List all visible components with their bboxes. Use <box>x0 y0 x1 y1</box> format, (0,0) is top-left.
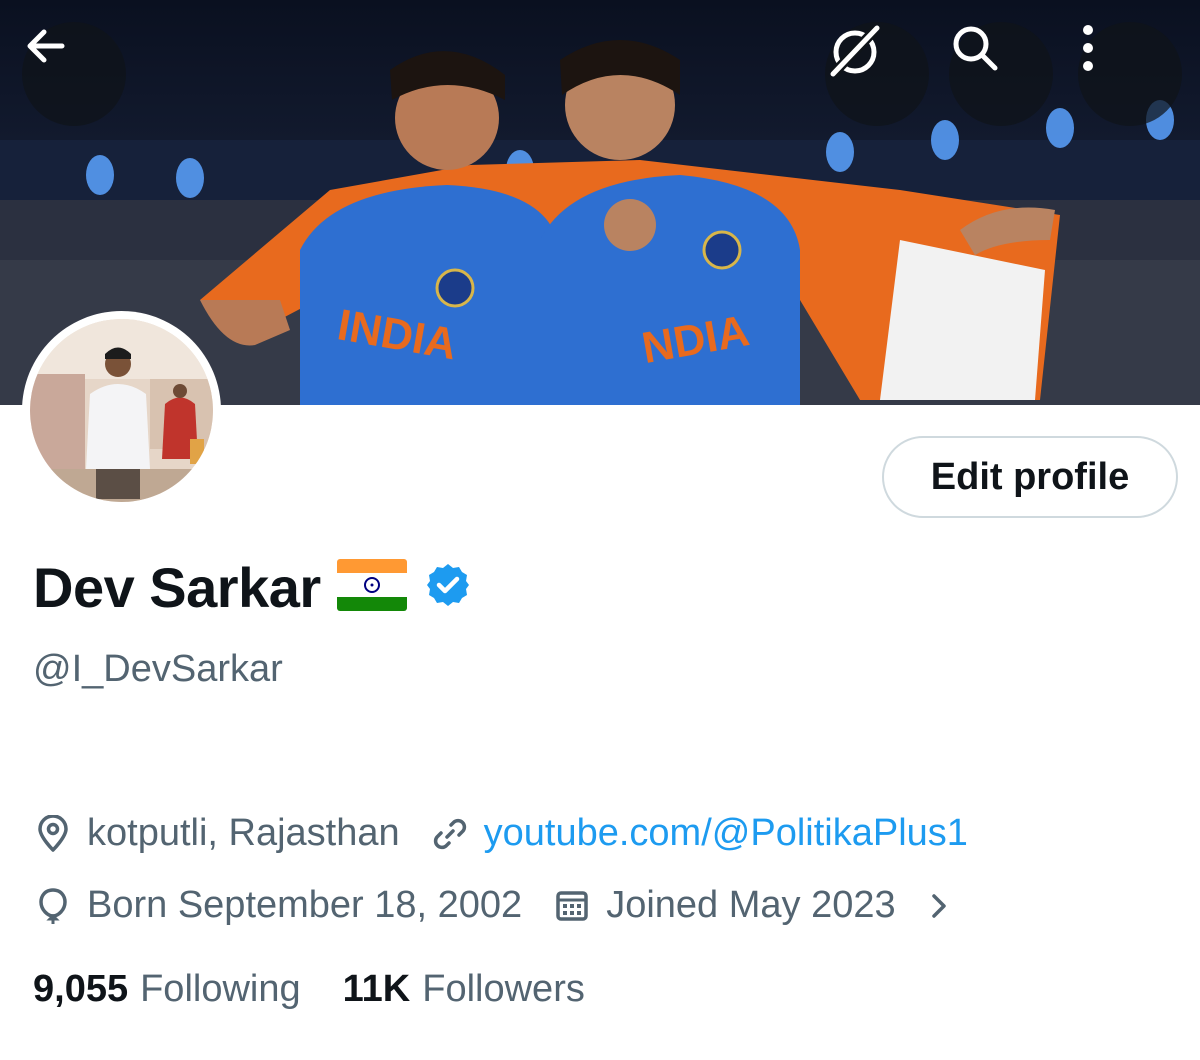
followers-count[interactable]: 11K <box>343 968 411 1011</box>
profile-avatar[interactable] <box>22 311 221 510</box>
joined-text[interactable]: Joined May 2023 <box>606 884 895 927</box>
following-stat[interactable]: 9,055 Following <box>33 968 301 1011</box>
location-text: kotputli, Rajasthan <box>87 812 400 854</box>
search-icon <box>953 26 998 71</box>
followers-label[interactable]: Followers <box>422 968 585 1011</box>
arrow-left-icon <box>27 29 65 63</box>
profile-meta-row-1: kotputli, Rajasthan youtube.com/@Politik… <box>33 812 968 855</box>
balloon-icon <box>33 886 73 926</box>
more-options-button[interactable] <box>1078 22 1182 126</box>
more-vertical-icon <box>1083 25 1093 71</box>
search-button[interactable] <box>949 22 1053 126</box>
location: kotputli, Rajasthan <box>33 812 400 855</box>
joined-date[interactable]: Joined May 2023 <box>552 884 971 927</box>
website[interactable]: youtube.com/@PolitikaPlus1 <box>430 812 968 855</box>
following-count[interactable]: 9,055 <box>33 968 128 1011</box>
verified-badge-icon[interactable] <box>425 562 471 613</box>
grok-icon <box>829 25 880 78</box>
birthday-text: Born September 18, 2002 <box>87 884 523 926</box>
location-pin-icon <box>33 814 73 854</box>
display-name: Dev Sarkar <box>33 555 321 619</box>
follow-stats: 9,055 Following 11K Followers <box>33 968 585 1011</box>
following-label[interactable]: Following <box>140 968 301 1011</box>
link-icon <box>430 814 470 854</box>
grok-button[interactable] <box>825 22 929 126</box>
name-row: Dev Sarkar <box>33 552 471 622</box>
user-handle: @I_DevSarkar <box>33 648 283 690</box>
website-link[interactable]: youtube.com/@PolitikaPlus1 <box>484 812 968 855</box>
followers-stat[interactable]: 11K Followers <box>343 968 585 1011</box>
profile-meta-row-2: Born September 18, 2002 Joined May 2023 <box>33 884 972 927</box>
calendar-icon <box>552 886 592 926</box>
back-button[interactable] <box>22 22 126 126</box>
india-flag-icon <box>336 558 407 616</box>
birthday: Born September 18, 2002 <box>33 884 522 927</box>
edit-profile-button[interactable]: Edit profile <box>882 436 1178 518</box>
avatar-photo <box>30 319 213 502</box>
chevron-right-icon[interactable] <box>918 886 958 926</box>
